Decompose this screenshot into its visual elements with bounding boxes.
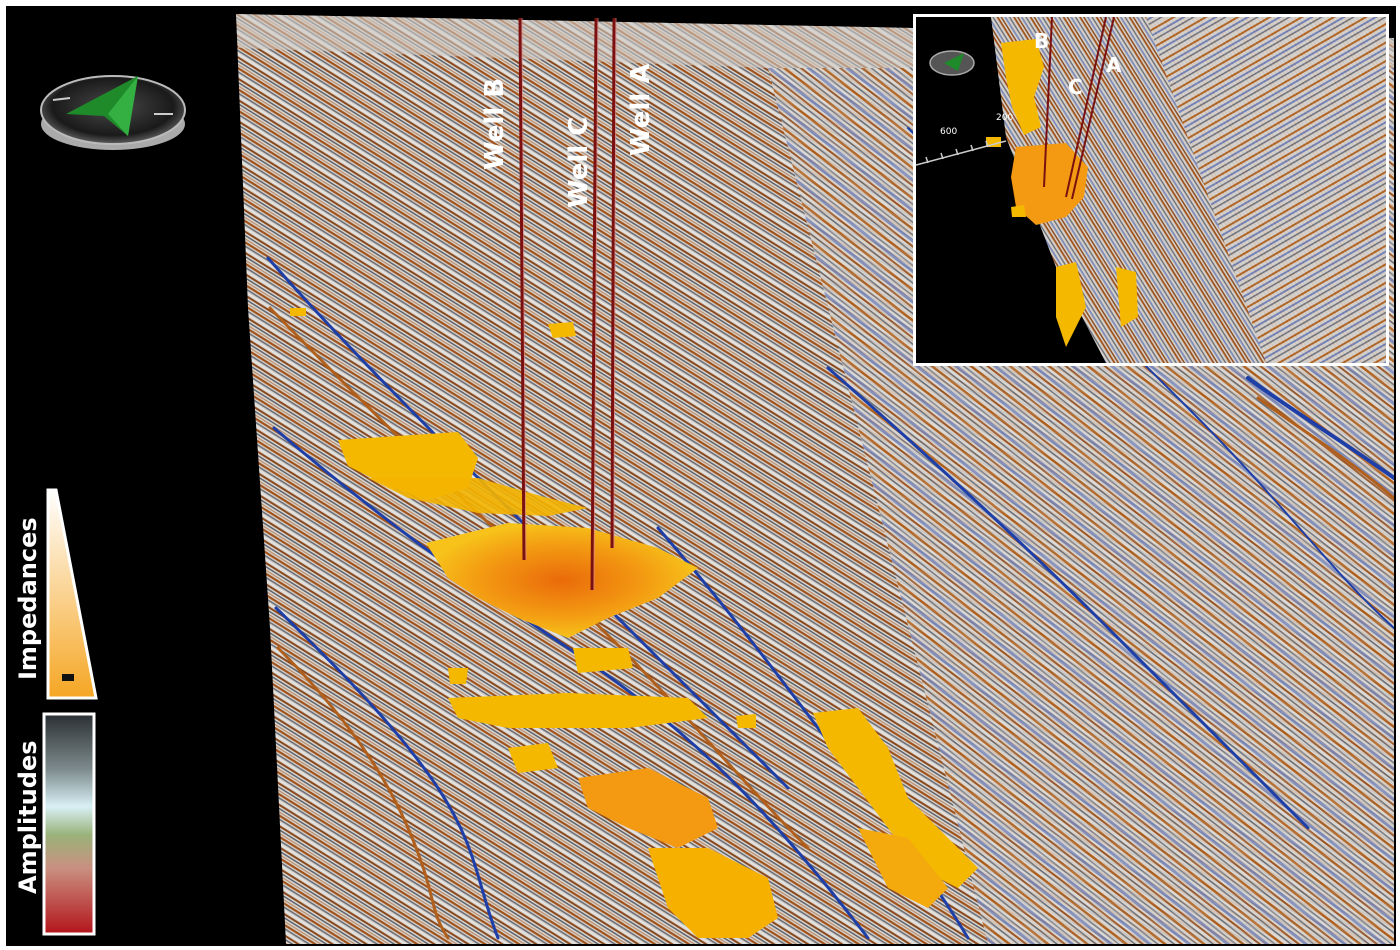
amplitudes-label: Amplitudes — [14, 740, 42, 894]
inset-label-a: A — [1106, 53, 1122, 77]
inset-overview: B C A 600 200 — [913, 14, 1389, 366]
inset-label-c: C — [1068, 75, 1083, 99]
well-a-label: Well A — [626, 63, 656, 156]
impedances-legend — [46, 488, 98, 700]
well-c-label: Well C — [564, 116, 594, 208]
inset-scale-200: 200 — [996, 113, 1014, 123]
inset-scale-600: 600 — [940, 127, 958, 137]
well-b-label: Well B — [480, 77, 510, 170]
inset-scale-bar — [916, 140, 1007, 166]
compass-icon — [40, 75, 186, 150]
inset-label-b: B — [1034, 29, 1050, 53]
inset-canvas — [916, 17, 1386, 363]
well-a-line — [610, 17, 616, 549]
inset-compass-icon — [929, 50, 975, 76]
amplitudes-legend — [42, 712, 96, 936]
impedances-label: Impedances — [14, 517, 42, 680]
